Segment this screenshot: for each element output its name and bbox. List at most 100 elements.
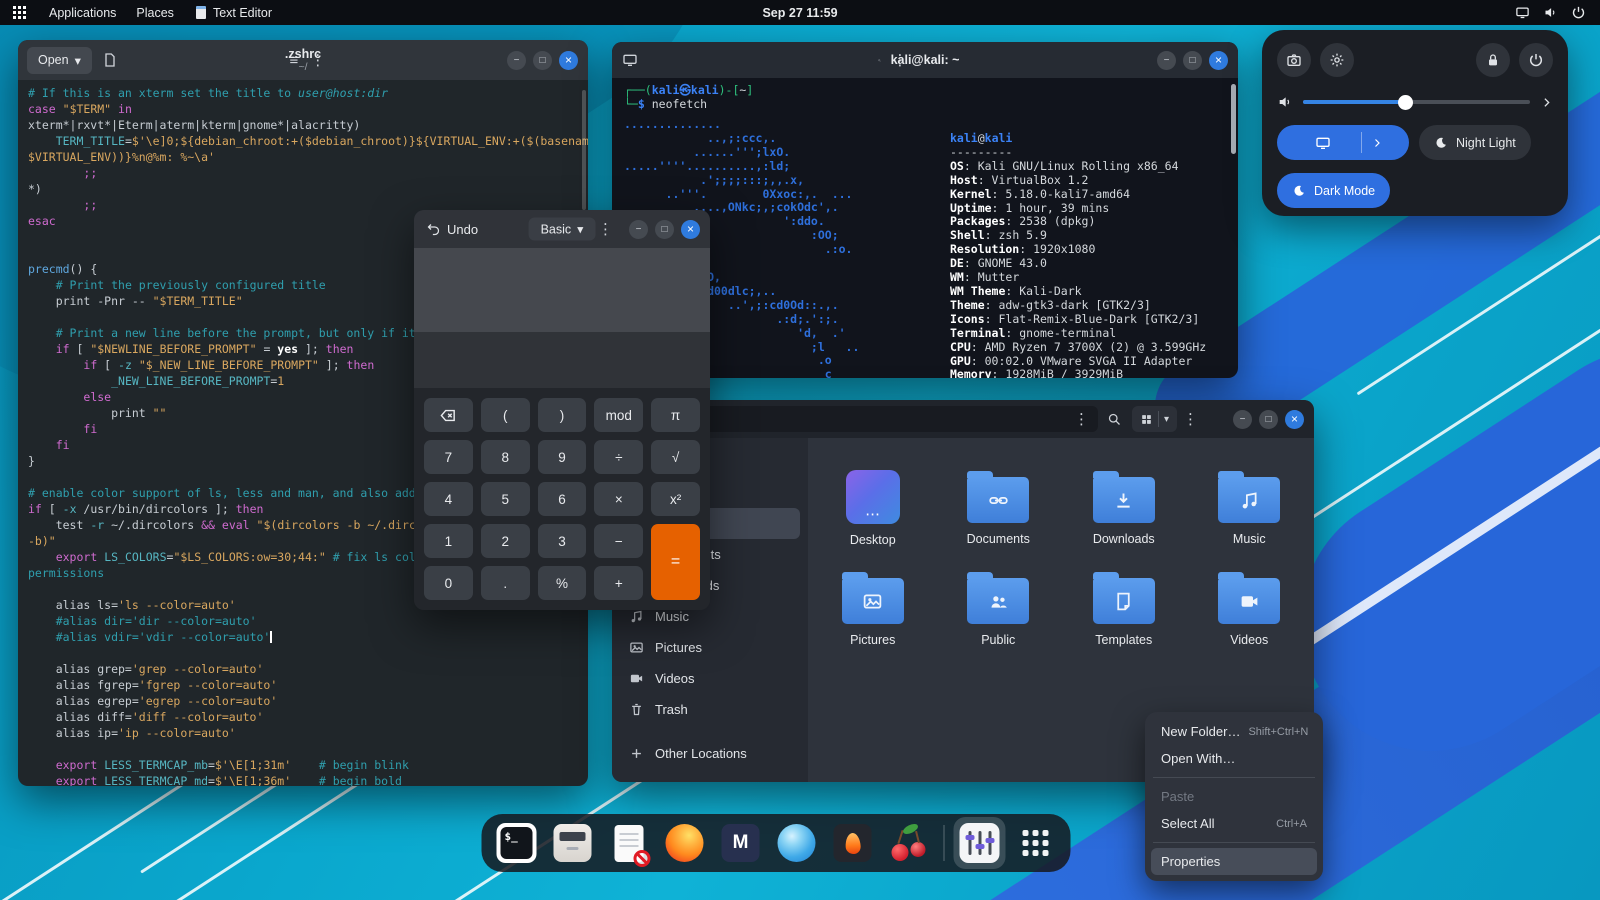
text-editor-dock-icon[interactable] — [608, 822, 650, 867]
cherrytree-dock-icon[interactable] — [888, 821, 930, 864]
terminal-scrollbar[interactable] — [1231, 84, 1236, 154]
calc-key-7[interactable]: 7 — [424, 440, 473, 474]
new-document-icon[interactable] — [102, 52, 118, 68]
calc-key-=[interactable]: = — [651, 524, 700, 600]
calc-key-÷[interactable]: ÷ — [594, 440, 644, 474]
settings-button[interactable] — [1320, 43, 1354, 77]
terminal-titlebar[interactable]: kali@kali: ~ ⋮ − □ × — [612, 42, 1238, 78]
mode-dropdown[interactable]: Basic ▾ — [528, 217, 596, 241]
terminal-tab-icon[interactable] — [622, 52, 638, 68]
path-menu-icon[interactable]: ⋮ — [1074, 410, 1089, 428]
night-light-toggle[interactable]: Night Light — [1419, 125, 1531, 160]
folder-item-desktop[interactable]: Desktop — [817, 464, 929, 547]
blue-swirl-app-dock-icon[interactable] — [776, 822, 818, 864]
calculator-display[interactable] — [414, 248, 710, 332]
maximize-button[interactable]: □ — [1183, 50, 1202, 70]
calc-key-π[interactable]: π — [651, 398, 700, 432]
menu-item-select-all[interactable]: Select All Ctrl+A — [1151, 810, 1317, 837]
close-button[interactable]: × — [1285, 409, 1304, 429]
flame-app-dock-icon[interactable] — [832, 822, 874, 864]
calculator-titlebar[interactable]: Undo Basic ▾ ⋮ − □ × — [414, 210, 710, 248]
minimize-button[interactable]: − — [506, 50, 526, 70]
maximize-button[interactable]: □ — [655, 219, 674, 239]
folder-item-videos[interactable]: Videos — [1193, 565, 1305, 647]
search-icon[interactable] — [872, 53, 887, 68]
maximize-button[interactable]: □ — [532, 50, 552, 70]
calc-key-([interactable]: ( — [480, 398, 530, 432]
maximize-button[interactable]: □ — [1259, 409, 1278, 429]
minimize-button[interactable]: − — [1157, 50, 1176, 70]
folder-item-templates[interactable]: Templates — [1068, 565, 1180, 647]
calc-key-.[interactable]: . — [480, 566, 530, 600]
files-titlebar[interactable]: Home ⋮ ▾ ⋮ − □ × — [612, 400, 1314, 438]
calc-key-6[interactable]: 6 — [537, 482, 587, 516]
kebab-menu-icon[interactable]: ⋮ — [1177, 410, 1204, 428]
volume-knob[interactable] — [1398, 94, 1414, 110]
chevron-right-icon[interactable] — [1540, 96, 1553, 109]
settings-sliders-dock-icon[interactable] — [953, 817, 1006, 869]
calc-key-√[interactable]: √ — [651, 440, 700, 474]
folder-item-public[interactable]: Public — [942, 565, 1054, 647]
open-button[interactable]: Open ▾ — [27, 46, 92, 74]
calc-key-8[interactable]: 8 — [480, 440, 530, 474]
calc-key-0[interactable]: 0 — [424, 566, 473, 600]
places-menu[interactable]: Places — [126, 0, 184, 25]
menu-item-open-with[interactable]: Open With… — [1151, 745, 1317, 772]
sidebar-item-pictures[interactable]: Pictures — [620, 632, 800, 663]
editor-title: .zshrc ~/ — [284, 46, 322, 74]
calc-key-3[interactable]: 3 — [537, 524, 587, 558]
close-button[interactable]: × — [558, 50, 578, 70]
system-status-area[interactable] — [1515, 5, 1600, 20]
close-button[interactable]: × — [681, 219, 700, 239]
calc-key-5[interactable]: 5 — [480, 482, 530, 516]
sidebar-item-trash[interactable]: Trash — [620, 694, 800, 725]
calc-key-)[interactable]: ) — [537, 398, 587, 432]
calc-key-x²[interactable]: x² — [651, 482, 700, 516]
screenshot-button[interactable] — [1277, 43, 1311, 77]
calc-key-4[interactable]: 4 — [424, 482, 473, 516]
sidebar-item-other-locations[interactable]: Other Locations — [620, 738, 800, 769]
volume-slider[interactable] — [1303, 94, 1530, 110]
folder-item-pictures[interactable]: Pictures — [817, 565, 929, 647]
kali-menu-icon[interactable] — [13, 6, 26, 19]
close-button[interactable]: × — [1209, 50, 1228, 70]
firefox-dock-icon[interactable] — [664, 822, 706, 864]
calc-key-2[interactable]: 2 — [480, 524, 530, 558]
file-manager-dock-icon[interactable] — [552, 822, 594, 864]
display-toggle[interactable] — [1277, 125, 1409, 160]
minimize-button[interactable]: − — [1233, 409, 1252, 429]
chevron-right-icon[interactable] — [1371, 137, 1383, 149]
calc-key-1[interactable]: 1 — [424, 524, 473, 558]
calc-key-−[interactable]: − — [594, 524, 644, 558]
calc-key-mod[interactable]: mod — [594, 398, 644, 432]
search-button[interactable] — [1107, 412, 1122, 427]
power-button[interactable] — [1519, 43, 1553, 77]
minimize-button[interactable]: − — [629, 219, 648, 239]
calc-key-×[interactable]: × — [594, 482, 644, 516]
code-line: alias egrep='egrep --color=auto' — [28, 694, 278, 708]
folder-item-documents[interactable]: Documents — [942, 464, 1054, 547]
mail-dock-icon[interactable]: M — [720, 822, 762, 864]
kebab-menu-icon[interactable]: ⋮ — [592, 220, 619, 238]
sidebar-item-videos[interactable]: Videos — [620, 663, 800, 694]
show-applications-dock-icon[interactable] — [1015, 822, 1057, 864]
lock-button[interactable] — [1476, 43, 1510, 77]
menu-item-properties[interactable]: Properties — [1151, 848, 1317, 875]
applications-menu[interactable]: Applications — [39, 0, 126, 25]
folder-item-music[interactable]: Music — [1193, 464, 1305, 547]
undo-button[interactable]: Undo — [426, 222, 478, 237]
path-bar[interactable]: Home ⋮ — [646, 406, 1098, 432]
editor-titlebar[interactable]: Open ▾ .zshrc ~/ ≡ ⋮ − □ × — [18, 40, 588, 80]
focused-app-menu[interactable]: Text Editor — [184, 0, 284, 25]
view-toggle-button[interactable]: ▾ — [1132, 406, 1178, 432]
calc-key-9[interactable]: 9 — [537, 440, 587, 474]
editor-scrollbar[interactable] — [582, 90, 586, 210]
calc-key-+[interactable]: + — [594, 566, 644, 600]
calc-key-backspace[interactable] — [424, 398, 473, 432]
terminal-dock-icon[interactable]: $_ — [496, 822, 538, 864]
clock[interactable]: Sep 27 11:59 — [762, 6, 837, 20]
calc-key-%[interactable]: % — [537, 566, 587, 600]
folder-item-downloads[interactable]: Downloads — [1068, 464, 1180, 547]
menu-item-new-folder[interactable]: New Folder… Shift+Ctrl+N — [1151, 718, 1317, 745]
dark-mode-toggle[interactable]: Dark Mode — [1277, 173, 1391, 208]
